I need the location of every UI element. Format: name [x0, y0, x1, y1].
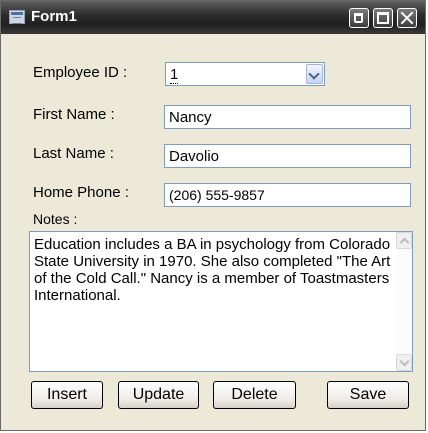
notes-scrollbar[interactable]: [396, 232, 412, 371]
employee-id-label: Employee ID :: [33, 64, 128, 81]
form-icon[interactable]: [9, 10, 25, 24]
title-bar[interactable]: Form1: [1, 1, 425, 34]
first-name-label: First Name :: [33, 106, 115, 123]
save-button[interactable]: Save: [327, 381, 409, 409]
notes-text: Education includes a BA in psychology fr…: [34, 236, 391, 304]
window-title: Form1: [31, 8, 77, 25]
home-phone-label: Home Phone :: [33, 184, 129, 201]
minimize-icon[interactable]: [349, 8, 369, 28]
delete-button[interactable]: Delete: [213, 381, 296, 409]
home-phone-field[interactable]: (206) 555-9857: [164, 183, 411, 207]
chevron-down-icon[interactable]: [306, 64, 323, 84]
update-button[interactable]: Update: [118, 381, 199, 409]
insert-button[interactable]: Insert: [31, 381, 103, 409]
scroll-down-icon[interactable]: [396, 354, 412, 371]
last-name-label: Last Name :: [33, 145, 114, 162]
notes-label: Notes :: [33, 211, 78, 227]
first-name-field[interactable]: Nancy: [164, 105, 411, 129]
form-client-area: Employee ID : 1 First Name : Nancy Last …: [5, 34, 421, 428]
close-icon[interactable]: [397, 8, 417, 28]
form-window: Form1 Employee ID : 1 First Name : Nancy…: [0, 0, 426, 431]
maximize-icon[interactable]: [373, 8, 393, 28]
last-name-field[interactable]: Davolio: [164, 144, 411, 168]
scroll-up-icon[interactable]: [396, 232, 412, 249]
employee-id-combobox[interactable]: 1: [165, 62, 325, 86]
notes-textarea[interactable]: Education includes a BA in psychology fr…: [29, 231, 413, 372]
employee-id-value: 1: [170, 66, 179, 84]
